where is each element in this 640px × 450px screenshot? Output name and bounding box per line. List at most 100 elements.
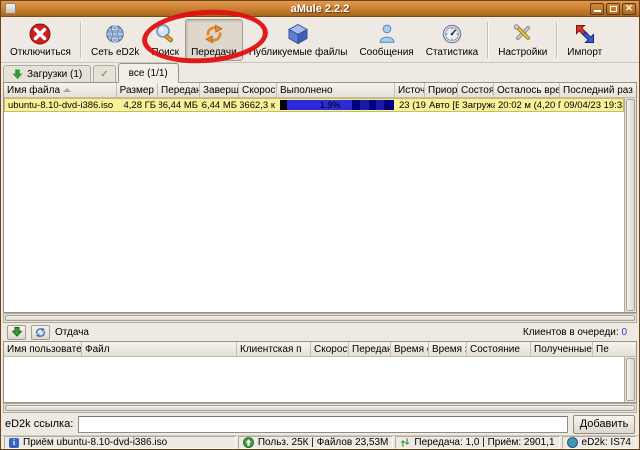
scrollbar-thumb[interactable] [626,358,635,401]
downloads-header-segment[interactable]: Загрузки (1) [3,65,91,83]
import-arrows-icon [573,22,597,46]
ed2k-link-bar: eD2k ссылка: Добавить [1,413,639,435]
downloads-tab-label: Загрузки (1) [27,69,82,80]
preferences-tools-icon [511,22,535,46]
column-header-progress[interactable]: Выполнено [277,83,395,97]
toolbar-label: Отключиться [10,47,71,58]
toolbar-label: Передачи [191,47,237,58]
add-link-button[interactable]: Добавить [573,415,635,434]
downloads-vertical-scrollbar[interactable] [624,98,636,312]
status-users-files-segment: Польз. 25К | Файлов 23,53М [238,436,394,449]
cell-size: 4,28 ГБ [118,99,159,111]
column-header-uploaded-parts[interactable]: Пе [593,342,636,356]
downloads-table-header: Имя файла Размер Передан Завершё Скорост… [4,83,636,98]
search-icon [153,22,177,46]
circular-arrows-icon [35,327,46,338]
column-header-obtained-parts[interactable]: Полученные ч [531,342,593,356]
toolbar-button-transfers[interactable]: Передачи [185,19,243,61]
toolbar-label: Импорт [567,47,602,58]
status-bar: i Приём ubuntu-8.10-dvd-i386.iso Польз. … [1,435,639,449]
toolbar-button-disconnect[interactable]: Отключиться [4,19,77,61]
toolbar-button-messages[interactable]: Сообщения [353,19,419,61]
cell-priority: Авто [В [426,99,459,111]
scrollbar-thumb[interactable] [5,405,635,411]
column-header-completed[interactable]: Завершё [200,83,239,97]
column-header-priority[interactable]: Приори [425,83,458,97]
toolbar: Отключиться Сеть eD2k Поиск Передачи Пу [1,17,639,63]
status-log-text: Приём ubuntu-8.10-dvd-i386.iso [23,437,167,448]
users-files-text: Польз. 25К | Файлов 23,53М [258,437,389,448]
progress-label: 1.9% [280,100,380,110]
users-files-icon [243,437,254,448]
status-rates-segment: Передача: 1,0 | Приём: 2901,1 [395,436,559,449]
column-header-speed[interactable]: Скорост [239,83,277,97]
column-header-wait-time[interactable]: Время о [391,342,429,356]
info-icon: i [9,438,19,448]
uploads-view-button[interactable] [31,325,50,340]
cell-speed: 3662,3 к [240,99,278,111]
upload-section-label: Отдача [55,327,89,338]
toolbar-label: Сеть eD2k [91,47,139,58]
column-header-file[interactable]: Файл [82,342,237,356]
rates-text: Передача: 1,0 | Приём: 2901,1 [414,437,554,448]
toolbar-button-import[interactable]: Импорт [561,19,608,61]
up-down-arrows-icon [400,437,410,448]
cell-sources: 23 (19 [396,99,426,111]
uploads-horizontal-scrollbar[interactable] [3,403,637,413]
uploads-vertical-scrollbar[interactable] [624,357,636,402]
column-header-username[interactable]: Имя пользователя [4,342,82,356]
toolbar-button-shared-files[interactable]: Публикуемые файлы [243,19,354,61]
column-header-size[interactable]: Размер [117,83,158,97]
downloads-view-button[interactable] [7,325,26,340]
column-header-status[interactable]: Состояни [458,83,494,97]
status-log-segment: i Приём ubuntu-8.10-dvd-i386.iso [4,436,236,449]
download-row-selected[interactable]: ubuntu-8.10-dvd-i386.iso 4,28 ГБ 86,44 М… [4,98,624,112]
progress-bar: 1.9% [280,100,394,110]
toolbar-separator [487,22,489,58]
scrollbar-thumb[interactable] [5,315,635,321]
network-text: eD2k: IS74 [582,437,631,448]
ed2k-link-label: eD2k ссылка: [5,418,73,430]
toolbar-button-preferences[interactable]: Настройки [492,19,553,61]
column-header-speed[interactable]: Скорост [311,342,349,356]
network-globe-icon [567,437,578,448]
clients-queue-count: 0 [621,327,627,338]
tab-all-categories[interactable]: все (1/1) [118,63,179,83]
checkmark-icon: ✓ [100,69,108,80]
ed2k-link-input[interactable] [78,416,568,433]
statistics-gauge-icon [440,22,464,46]
toolbar-button-search[interactable]: Поиск [145,19,185,61]
window-title: aMule 2.2.2 [1,3,639,15]
toolbar-label: Сообщения [359,47,413,58]
sort-ascending-icon [63,88,71,92]
column-header-sources[interactable]: Источ [395,83,425,97]
column-header-last-seen[interactable]: Последний раз [560,83,636,97]
amule-window: aMule 2.2.2 ✕ Отключиться Сеть eD2k Поис… [0,0,640,450]
cell-transferred: 86,44 МБ [159,99,201,111]
column-header-transferred[interactable]: Передан [158,83,200,97]
column-header-client[interactable]: Клиентская п [237,342,311,356]
titlebar[interactable]: aMule 2.2.2 ✕ [1,1,639,17]
column-header-upload-time[interactable]: Время з [429,342,467,356]
column-header-filename[interactable]: Имя файла [4,83,117,97]
column-header-transferred[interactable]: Передан [349,342,391,356]
cell-last-seen: 09/04/23 19:33:0 [561,99,623,111]
toolbar-button-networks[interactable]: Сеть eD2k [85,19,145,61]
uploads-table-header: Имя пользователя Файл Клиентская п Скоро… [4,342,636,357]
transfers-icon [202,22,226,46]
column-header-status[interactable]: Состояние [467,342,531,356]
column-header-time-remaining[interactable]: Осталось врем [494,83,560,97]
ed2k-network-icon [103,22,127,46]
status-network-segment: eD2k: IS74 [562,436,636,449]
toolbar-label: Публикуемые файлы [249,47,348,58]
toolbar-button-statistics[interactable]: Статистика [420,19,485,61]
uploads-table: Имя пользователя Файл Клиентская п Скоро… [3,341,637,403]
downloads-table: Имя файла Размер Передан Завершё Скорост… [3,82,637,313]
toolbar-separator [556,22,558,58]
messages-person-icon [375,22,399,46]
scrollbar-thumb[interactable] [626,99,635,311]
show-clients-toggle[interactable]: ✓ [93,65,115,83]
cell-filename: ubuntu-8.10-dvd-i386.iso [5,99,118,111]
downloads-horizontal-scrollbar[interactable] [3,313,637,323]
cell-time-remaining: 20:02 м (4,20 ГБ [495,99,561,111]
